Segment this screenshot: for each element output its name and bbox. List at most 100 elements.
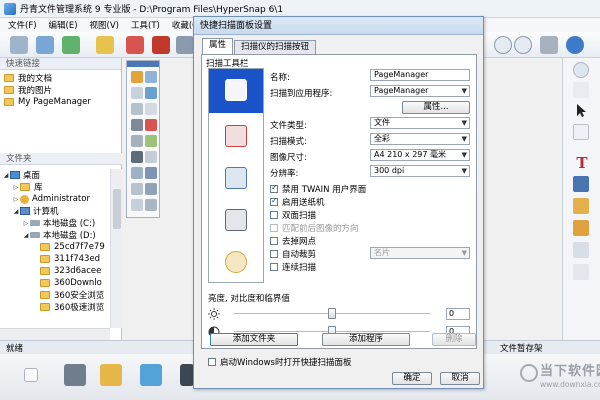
note-icon[interactable] (573, 242, 589, 258)
tree-item-folder[interactable]: 360Downlo (0, 277, 110, 289)
brightness-slider-thumb[interactable] (328, 308, 336, 319)
tree-item-library[interactable]: ▷ 库 (0, 181, 110, 193)
quick-link-item[interactable]: 我的文档 (4, 72, 121, 84)
scan-to-ocr-icon[interactable] (225, 167, 247, 189)
crop-icon[interactable] (131, 103, 143, 115)
menu-view[interactable]: 视图(V) (90, 19, 119, 31)
file-type-select[interactable]: 文件 ▼ (370, 117, 470, 129)
auto-crop-checkbox[interactable]: 自动裁剪 (270, 248, 316, 260)
tree-item-computer[interactable]: ◢ 计算机 (0, 205, 110, 217)
expand-arrow-icon[interactable]: ▷ (12, 196, 20, 203)
tree-item-desktop[interactable]: ◢ 桌面 (0, 169, 110, 181)
camera-icon[interactable] (36, 36, 54, 54)
fill-icon[interactable] (145, 135, 157, 147)
attach-icon[interactable] (573, 264, 589, 280)
zoom-icon[interactable] (131, 167, 143, 179)
sharpen-icon[interactable] (145, 199, 157, 211)
name-field[interactable]: PageManager (370, 69, 470, 81)
scan-icon[interactable] (10, 36, 28, 54)
tab-properties[interactable]: 属性 (202, 38, 234, 54)
select-icon[interactable] (145, 71, 157, 83)
expand-arrow-icon[interactable]: ◢ (22, 232, 30, 239)
tree-item-folder[interactable]: 323d6acee (0, 265, 110, 277)
scan-mode-select[interactable]: 全彩 ▼ (370, 133, 470, 145)
line-icon[interactable] (131, 135, 143, 147)
pane-divider[interactable]: 文件夹 (0, 153, 122, 165)
duplex-scan-checkbox[interactable]: 双面扫描 (270, 209, 316, 221)
properties-button[interactable]: 属性... (402, 101, 470, 114)
expand-arrow-icon[interactable]: ◢ (2, 172, 10, 179)
help-icon[interactable] (566, 36, 584, 54)
zoom-out-icon[interactable] (494, 36, 512, 54)
stamp-icon[interactable] (145, 119, 157, 131)
menu-file[interactable]: 文件(F) (8, 19, 37, 31)
tool-icon[interactable] (176, 36, 194, 54)
brightness-value-field[interactable]: 0 (446, 308, 470, 320)
blur-icon[interactable] (131, 199, 143, 211)
xps-icon[interactable] (152, 36, 170, 54)
expand-arrow-icon[interactable]: ◢ (12, 208, 20, 215)
rotate-icon[interactable] (131, 87, 143, 99)
folder-sync-icon[interactable] (62, 36, 80, 54)
scan-to-pdf-icon[interactable] (225, 125, 247, 147)
highlighter-icon[interactable] (573, 198, 589, 214)
checkbox-box[interactable] (270, 183, 278, 193)
settings-icon[interactable] (540, 36, 558, 54)
resolution-select[interactable]: 300 dpi ▼ (370, 165, 470, 177)
descreen-checkbox[interactable]: 去掉网点 (270, 235, 316, 247)
scan-to-app-select[interactable]: PageManager ▼ (370, 85, 470, 97)
checkbox-box[interactable] (270, 210, 278, 219)
text-icon[interactable] (131, 151, 143, 163)
pen-icon[interactable] (573, 220, 589, 236)
tree-item-folder[interactable]: 311f743ed (0, 253, 110, 265)
scan-toolbar-list[interactable] (208, 68, 264, 283)
ok-button[interactable]: 确定 (392, 372, 432, 385)
scan-to-xps-icon[interactable] (225, 209, 247, 231)
checkbox-box[interactable] (270, 196, 278, 206)
selected-scan-item[interactable] (209, 69, 263, 113)
expand-arrow-icon[interactable]: ▷ (12, 184, 20, 191)
add-folder-button[interactable]: 添加文件夹 (210, 333, 298, 346)
checkbox-box[interactable] (270, 236, 278, 245)
hand-tool-icon[interactable] (573, 124, 589, 140)
text-tool-icon[interactable]: T (563, 154, 600, 172)
color-icon[interactable] (145, 87, 157, 99)
quick-link-item[interactable]: 我的图片 (4, 84, 121, 96)
tree-item-drive-c[interactable]: ▷ 本地磁盘 (C:) (0, 217, 110, 229)
tree-item-folder[interactable]: 25cd7f7e79 (0, 241, 110, 253)
enable-feeder-checkbox[interactable]: 启用送纸机 (270, 196, 325, 208)
continuous-scan-checkbox[interactable]: 连续扫描 (270, 261, 316, 273)
paint-icon[interactable] (100, 364, 122, 386)
tree-item-folder[interactable]: 360安全浏览 (0, 289, 110, 301)
quick-link-item[interactable]: My PageManager (4, 96, 121, 108)
checkbox-box[interactable] (270, 262, 278, 271)
pdf-icon[interactable] (126, 36, 144, 54)
expand-arrow-icon[interactable]: ▷ (22, 220, 30, 227)
tree-item-folder[interactable]: 360极速浏览 (0, 301, 110, 313)
tree-horizontal-scrollbar[interactable] (0, 328, 110, 340)
lightning-icon[interactable] (96, 36, 114, 54)
arrow-icon[interactable] (131, 183, 143, 195)
tree-vertical-scrollbar[interactable] (110, 169, 122, 328)
tree-item-drive-d[interactable]: ◢ 本地磁盘 (D:) (0, 229, 110, 241)
shape-icon[interactable] (145, 183, 157, 195)
eraser-icon[interactable] (145, 151, 157, 163)
palette-titlebar[interactable] (127, 61, 159, 67)
menu-edit[interactable]: 编辑(E) (49, 19, 78, 31)
printer-icon[interactable] (64, 364, 86, 386)
image-size-select[interactable]: A4 210 x 297 毫米 ▼ (370, 149, 470, 161)
tab-scanner-buttons[interactable]: 扫描仪的扫描按钮 (234, 40, 317, 54)
stamp-tool-icon[interactable] (573, 176, 589, 192)
add-program-button[interactable]: 添加程序 (322, 333, 410, 346)
scan-to-paint-icon[interactable] (225, 251, 247, 273)
checkbox-box[interactable] (208, 357, 216, 366)
notebook-icon[interactable] (140, 364, 162, 386)
fax-icon[interactable] (180, 364, 194, 386)
scroll-thumb[interactable] (113, 189, 121, 229)
flip-icon[interactable] (145, 103, 157, 115)
add-icon[interactable] (24, 368, 38, 382)
zoom-in-icon[interactable] (514, 36, 532, 54)
pointer-icon[interactable] (573, 102, 589, 118)
scanner-icon[interactable] (573, 62, 589, 78)
checkbox-box[interactable] (270, 249, 278, 258)
